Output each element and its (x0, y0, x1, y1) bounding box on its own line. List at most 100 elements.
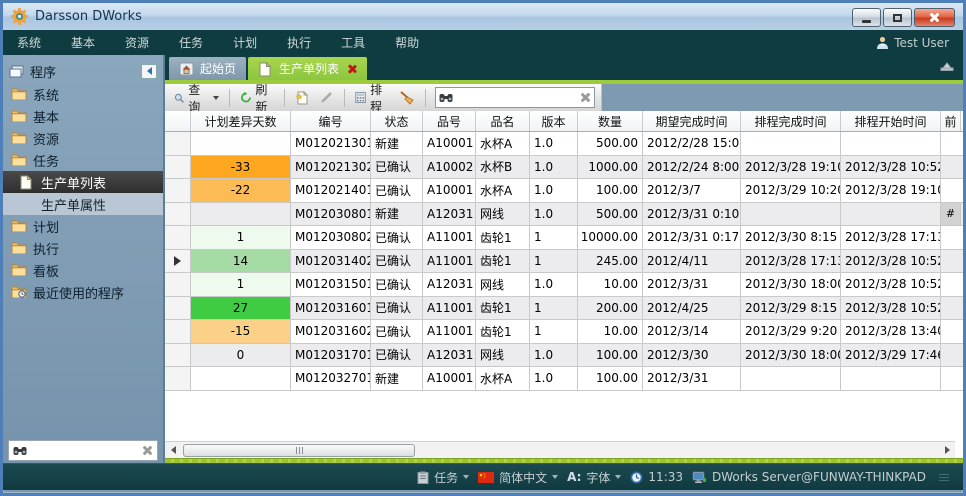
row-selector[interactable] (165, 367, 191, 390)
cell-version[interactable]: 1 (530, 226, 578, 249)
cell-status[interactable]: 新建 (371, 203, 423, 226)
cell-expected-finish[interactable]: 2012/4/25 (643, 297, 741, 320)
cell-order-no[interactable]: M012031402 (291, 250, 371, 273)
cell-scheduled-finish[interactable]: 2012/3/29 10:20 (741, 179, 841, 202)
row-selector[interactable] (165, 226, 191, 249)
cell-status[interactable]: 新建 (371, 132, 423, 155)
cell-quantity[interactable]: 100.00 (578, 179, 643, 202)
cell-item-name[interactable]: 齿轮1 (476, 297, 530, 320)
cell-version[interactable]: 1.0 (530, 132, 578, 155)
cell-version[interactable]: 1 (530, 250, 578, 273)
cell-item-no[interactable]: A11001 (423, 226, 476, 249)
tab-0[interactable]: 起始页 (169, 57, 246, 80)
cell-item-name[interactable]: 网线 (476, 203, 530, 226)
cell-scheduled-start[interactable]: 2012/3/28 10:52 (841, 156, 941, 179)
cell-expected-finish[interactable]: 2012/3/31 (643, 367, 741, 390)
status-server[interactable]: DWorks Server@FUNWAY-THINKPAD (692, 470, 926, 484)
cell-diff-days[interactable]: 1 (191, 226, 291, 249)
cell-diff-days[interactable]: -33 (191, 156, 291, 179)
column-header-5[interactable]: 版本 (530, 111, 578, 131)
cell-status[interactable]: 已确认 (371, 344, 423, 367)
cell-status[interactable]: 已确认 (371, 250, 423, 273)
cell-expected-finish[interactable]: 2012/3/31 0:10 (643, 203, 741, 226)
menu-item-3[interactable]: 任务 (179, 34, 203, 51)
column-header-7[interactable]: 期望完成时间 (643, 111, 741, 131)
cell-status[interactable]: 已确认 (371, 179, 423, 202)
row-selector[interactable] (165, 156, 191, 179)
column-header-9[interactable]: 排程开始时间 (841, 111, 941, 131)
cell-order-no[interactable]: M012021401 (291, 179, 371, 202)
cell-version[interactable]: 1 (530, 320, 578, 343)
cell-quantity[interactable]: 500.00 (578, 132, 643, 155)
cell-scheduled-start[interactable] (841, 367, 941, 390)
table-row[interactable]: -33M012021302已确认A10002水杯B1.01000.002012/… (165, 156, 963, 180)
cell-scheduled-start[interactable]: 2012/3/28 13:40 (841, 320, 941, 343)
table-row[interactable]: -22M012021401已确认A10001水杯A1.0100.002012/3… (165, 179, 963, 203)
cell-scheduled-finish[interactable] (741, 203, 841, 226)
cell-status[interactable]: 新建 (371, 367, 423, 390)
sidebar-item-7[interactable]: 执行 (3, 237, 163, 259)
cell-quantity[interactable]: 10000.00 (578, 226, 643, 249)
tab-close-icon[interactable] (347, 64, 357, 74)
row-selector[interactable] (165, 203, 191, 226)
cell-version[interactable]: 1.0 (530, 344, 578, 367)
cell-quantity[interactable]: 200.00 (578, 297, 643, 320)
cell-version[interactable]: 1.0 (530, 367, 578, 390)
sidebar-item-0[interactable]: 系统 (3, 83, 163, 105)
cell-quantity[interactable]: 10.00 (578, 320, 643, 343)
cell-item-no[interactable]: A10001 (423, 179, 476, 202)
cell-order-no[interactable]: M012021301 (291, 132, 371, 155)
cell-scheduled-start[interactable]: 2012/3/28 10:52 (841, 250, 941, 273)
scroll-left-button[interactable] (165, 443, 181, 458)
column-header-0[interactable]: 计划差异天数 (191, 111, 291, 131)
table-row[interactable]: 1M012030802已确认A11001齿轮1110000.002012/3/3… (165, 226, 963, 250)
menu-item-5[interactable]: 执行 (287, 34, 311, 51)
row-selector[interactable] (165, 344, 191, 367)
cell-quantity[interactable]: 500.00 (578, 203, 643, 226)
cell-item-name[interactable]: 齿轮1 (476, 320, 530, 343)
new-button[interactable] (292, 88, 312, 108)
sidebar-item-8[interactable]: 看板 (3, 259, 163, 281)
cell-version[interactable]: 1.0 (530, 156, 578, 179)
menu-item-0[interactable]: 系统 (17, 34, 41, 51)
sidebar-search-clear-icon[interactable] (142, 445, 153, 456)
cell-scheduled-finish[interactable]: 2012/3/30 18:00 (741, 344, 841, 367)
cell-status[interactable]: 已确认 (371, 226, 423, 249)
column-header-1[interactable]: 编号 (291, 111, 371, 131)
cell-quantity[interactable]: 1000.00 (578, 156, 643, 179)
cell-scheduled-finish[interactable]: 2012/3/29 9:20 (741, 320, 841, 343)
cell-item-no[interactable]: A11001 (423, 297, 476, 320)
toolbar-search-clear-icon[interactable] (580, 92, 591, 103)
cell-diff-days[interactable]: 0 (191, 344, 291, 367)
cell-item-no[interactable]: A12031 (423, 273, 476, 296)
cell-scheduled-start[interactable] (841, 132, 941, 155)
cell-scheduled-finish[interactable]: 2012/3/29 8:15 (741, 297, 841, 320)
column-header-4[interactable]: 品名 (476, 111, 530, 131)
cell-item-name[interactable]: 水杯A (476, 132, 530, 155)
cell-item-no[interactable]: A10001 (423, 367, 476, 390)
menu-item-6[interactable]: 工具 (341, 34, 365, 51)
cell-item-name[interactable]: 水杯A (476, 367, 530, 390)
cell-item-name[interactable]: 网线 (476, 344, 530, 367)
sidebar-item-9[interactable]: 最近使用的程序 (3, 281, 163, 303)
sidebar-item-4[interactable]: 生产单列表 (3, 171, 163, 193)
cell-order-no[interactable]: M012031602 (291, 320, 371, 343)
cell-order-no[interactable]: M012030802 (291, 226, 371, 249)
cell-expected-finish[interactable]: 2012/3/31 0:17 (643, 226, 741, 249)
cell-order-no[interactable]: M012031701 (291, 344, 371, 367)
cell-item-no[interactable]: A11001 (423, 250, 476, 273)
cell-item-no[interactable]: A12031 (423, 344, 476, 367)
status-task-menu[interactable]: 任务 (417, 469, 469, 486)
cell-scheduled-finish[interactable] (741, 367, 841, 390)
cell-scheduled-start[interactable]: 2012/3/29 17:46 (841, 344, 941, 367)
cell-expected-finish[interactable]: 2012/2/24 8:00 (643, 156, 741, 179)
cell-scheduled-start[interactable]: 2012/3/28 10:52 (841, 273, 941, 296)
table-row[interactable]: 14M012031402已确认A11001齿轮11245.002012/4/11… (165, 250, 963, 274)
table-row[interactable]: 0M012031701已确认A12031网线1.0100.002012/3/30… (165, 344, 963, 368)
cell-version[interactable]: 1.0 (530, 179, 578, 202)
sidebar-item-3[interactable]: 任务 (3, 149, 163, 171)
sidebar-item-1[interactable]: 基本 (3, 105, 163, 127)
close-button[interactable] (914, 8, 955, 27)
cell-scheduled-finish[interactable]: 2012/3/28 19:10 (741, 156, 841, 179)
cell-item-name[interactable]: 水杯A (476, 179, 530, 202)
